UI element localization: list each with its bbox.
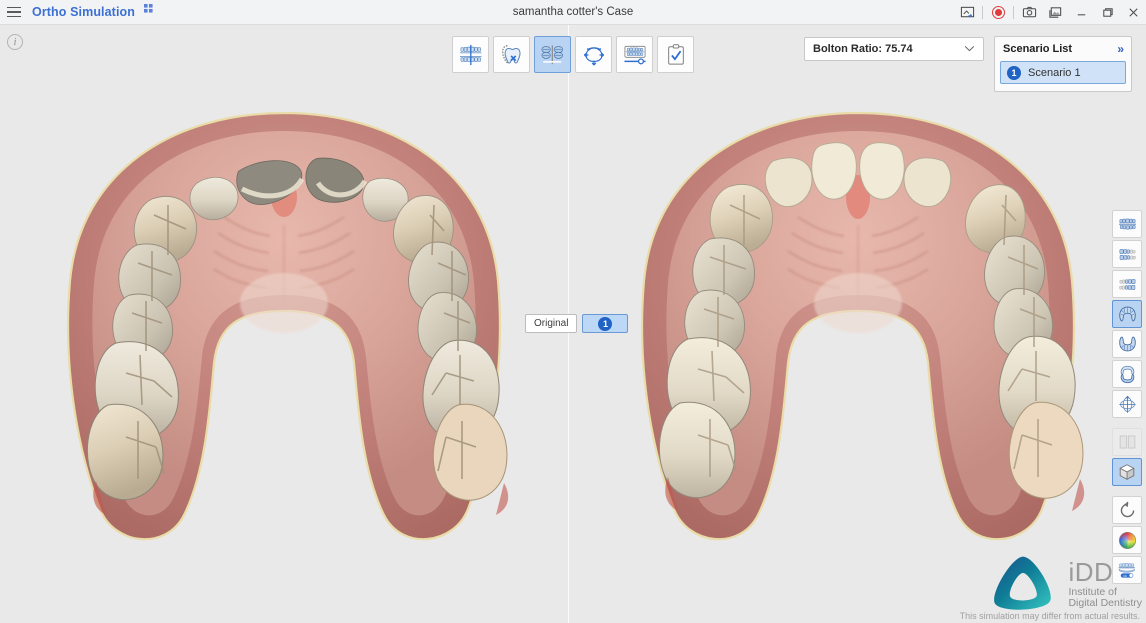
window-tools <box>954 0 1146 25</box>
minimize-icon[interactable] <box>1068 0 1094 25</box>
view-both-arches-icon[interactable] <box>1112 360 1142 388</box>
pane-tag-scenario-1[interactable]: 1 <box>582 314 629 333</box>
split-panes-icon[interactable] <box>1112 428 1142 456</box>
tool-compare-view[interactable] <box>534 36 571 73</box>
gallery-icon[interactable] <box>1042 0 1068 25</box>
divider <box>1013 6 1014 19</box>
tooth-lateral-incisor-left[interactable] <box>189 177 239 221</box>
palate-highlight <box>240 273 328 333</box>
branding-block: iDD Institute of Digital Dentistry <box>986 553 1142 615</box>
tooth-central-incisor-right[interactable] <box>858 142 905 200</box>
scenario-item-label: Scenario 1 <box>1028 66 1081 79</box>
view-orientation-axes-icon[interactable] <box>1112 390 1142 418</box>
tooth-second-molar-right[interactable] <box>432 403 508 501</box>
app-title-text: Ortho Simulation <box>32 5 135 19</box>
camera-icon[interactable] <box>1016 0 1042 25</box>
scenario-list-item[interactable]: 1 Scenario 1 <box>1000 61 1126 84</box>
brand-line-2: Digital Dentistry <box>1068 596 1142 609</box>
title-bar: Ortho Simulation samantha cotter's Case <box>0 0 1146 25</box>
pane-tag-original[interactable]: Original <box>525 314 578 333</box>
view-left-lateral-icon[interactable] <box>1112 270 1142 298</box>
brand-text: iDD Institute of Digital Dentistry <box>1068 557 1142 609</box>
3d-cube-icon[interactable] <box>1112 458 1142 486</box>
screen-capture-icon[interactable] <box>954 0 980 25</box>
brand-name: iDD <box>1068 557 1114 588</box>
maxillary-arch-simulated-model[interactable] <box>608 105 1108 555</box>
bolton-ratio-dropdown[interactable]: Bolton Ratio: 75.74 <box>804 37 984 61</box>
scenario-list-panel: Scenario List » 1 Scenario 1 <box>994 36 1132 92</box>
record-icon[interactable] <box>985 0 1011 25</box>
3d-viewport[interactable]: i Original 1 On iDD Institute of Digital… <box>0 25 1146 623</box>
bolton-ratio-label: Bolton Ratio: 75.74 <box>813 43 913 55</box>
tool-approve-report[interactable] <box>657 36 694 73</box>
tool-tooth-extraction[interactable] <box>493 36 530 73</box>
view-tool-rail: On <box>1112 210 1142 584</box>
gingival-recess-right <box>496 483 509 515</box>
tool-braces-alignment[interactable] <box>452 36 489 73</box>
app-title: Ortho Simulation <box>32 4 153 19</box>
view-front-icon[interactable] <box>1112 210 1142 238</box>
pane-original[interactable] <box>0 25 568 623</box>
main-toolbar <box>452 36 694 73</box>
maximize-icon[interactable] <box>1094 0 1120 25</box>
view-right-lateral-icon[interactable] <box>1112 240 1142 268</box>
view-upper-occlusal-icon[interactable] <box>1112 300 1142 328</box>
scenario-list-header: Scenario List » <box>1000 43 1126 61</box>
divider <box>982 6 983 19</box>
maxillary-arch-original-model[interactable] <box>34 105 534 555</box>
scenario-number-badge: 1 <box>1007 65 1021 80</box>
pane-tag-badge: 1 <box>598 316 613 331</box>
reset-view-icon[interactable] <box>1112 496 1142 524</box>
pane-tag-group: Original 1 <box>525 314 629 333</box>
brand-line-1: Institute of <box>1068 585 1117 598</box>
chevron-down-icon <box>964 44 975 55</box>
scenario-list-title: Scenario List <box>1003 43 1073 55</box>
disclaimer-text: This simulation may differ from actual r… <box>959 611 1140 621</box>
pin-icon[interactable] <box>143 4 153 15</box>
color-wheel-icon[interactable] <box>1112 526 1142 554</box>
view-lower-occlusal-icon[interactable] <box>1112 330 1142 358</box>
palate-highlight <box>813 273 902 333</box>
tool-timeline-slider[interactable] <box>616 36 653 73</box>
pane-scenario-1[interactable] <box>569 25 1146 623</box>
close-icon[interactable] <box>1120 0 1146 25</box>
ortho-simulation-window: Ortho Simulation samantha cotter's Case <box>0 0 1146 623</box>
idd-logo <box>994 556 1052 610</box>
tooth-central-incisor-left[interactable] <box>810 142 857 200</box>
hamburger-menu-icon[interactable] <box>0 0 28 25</box>
tool-rotate-3d[interactable] <box>575 36 612 73</box>
expand-panel-icon[interactable]: » <box>1117 43 1124 55</box>
tooth-second-molar-right[interactable] <box>1008 401 1083 499</box>
